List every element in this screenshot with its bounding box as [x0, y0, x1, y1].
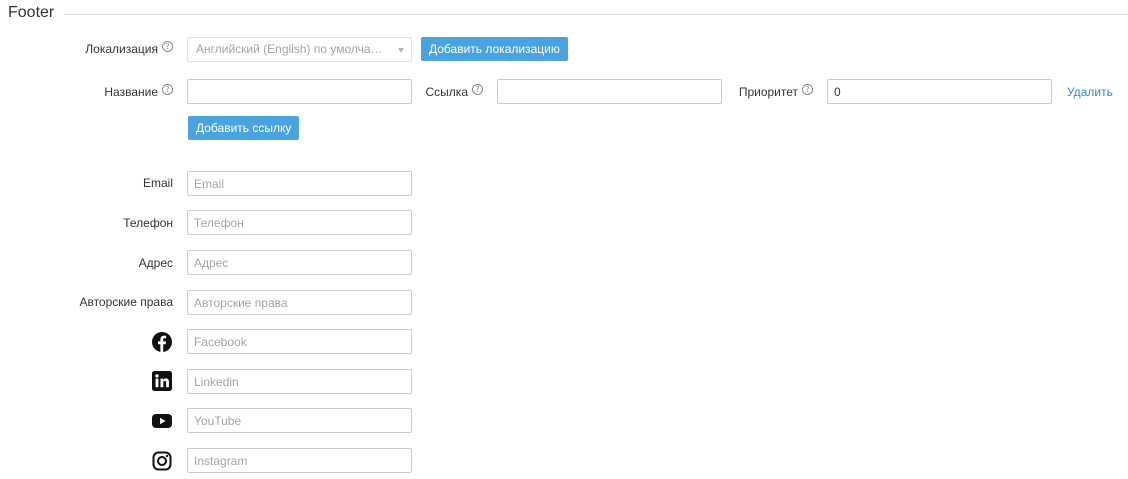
link-url-input[interactable] — [497, 79, 722, 104]
delete-link[interactable]: Удалить — [1067, 80, 1113, 104]
priority-input[interactable] — [827, 79, 1052, 104]
email-input[interactable] — [187, 171, 412, 196]
linkedin-input[interactable] — [187, 369, 412, 394]
phone-label: Телефон — [123, 216, 173, 230]
help-icon[interactable]: ? — [802, 83, 813, 95]
chevron-down-icon — [398, 48, 404, 53]
url-label-text: Ссылка — [425, 85, 468, 99]
localization-label-text: Локализация — [85, 42, 158, 56]
name-label-text: Название — [104, 85, 158, 99]
instagram-icon — [152, 451, 172, 471]
youtube-icon — [152, 414, 172, 428]
add-localization-button[interactable]: Добавить локализацию — [421, 37, 568, 61]
help-icon[interactable]: ? — [472, 83, 483, 95]
url-label: Ссылка? — [400, 80, 483, 104]
localization-selected-value: Английский (English) по умолчанию — [196, 42, 393, 56]
priority-label-text: Приоритет — [738, 85, 798, 99]
facebook-input[interactable] — [187, 329, 412, 354]
address-input[interactable] — [187, 250, 412, 275]
youtube-input[interactable] — [187, 408, 412, 433]
phone-input[interactable] — [187, 210, 412, 235]
copyright-label: Авторские права — [79, 295, 173, 309]
facebook-icon — [152, 332, 172, 352]
priority-label: Приоритет? — [720, 80, 813, 104]
linkedin-icon — [152, 371, 172, 391]
email-label: Email — [142, 176, 173, 190]
localization-label: Локализация? — [60, 37, 173, 61]
copyright-input[interactable] — [187, 290, 412, 315]
help-icon[interactable]: ? — [162, 83, 173, 95]
link-name-input[interactable] — [187, 79, 412, 104]
add-link-button[interactable]: Добавить ссылку — [188, 116, 300, 140]
localization-select[interactable]: Английский (English) по умолчанию — [187, 37, 412, 62]
instagram-input[interactable] — [187, 448, 412, 473]
section-divider — [64, 14, 1128, 15]
section-title: Footer — [8, 4, 55, 21]
name-label: Название? — [60, 80, 173, 104]
help-icon[interactable]: ? — [162, 40, 173, 52]
address-label: Адрес — [138, 256, 173, 270]
